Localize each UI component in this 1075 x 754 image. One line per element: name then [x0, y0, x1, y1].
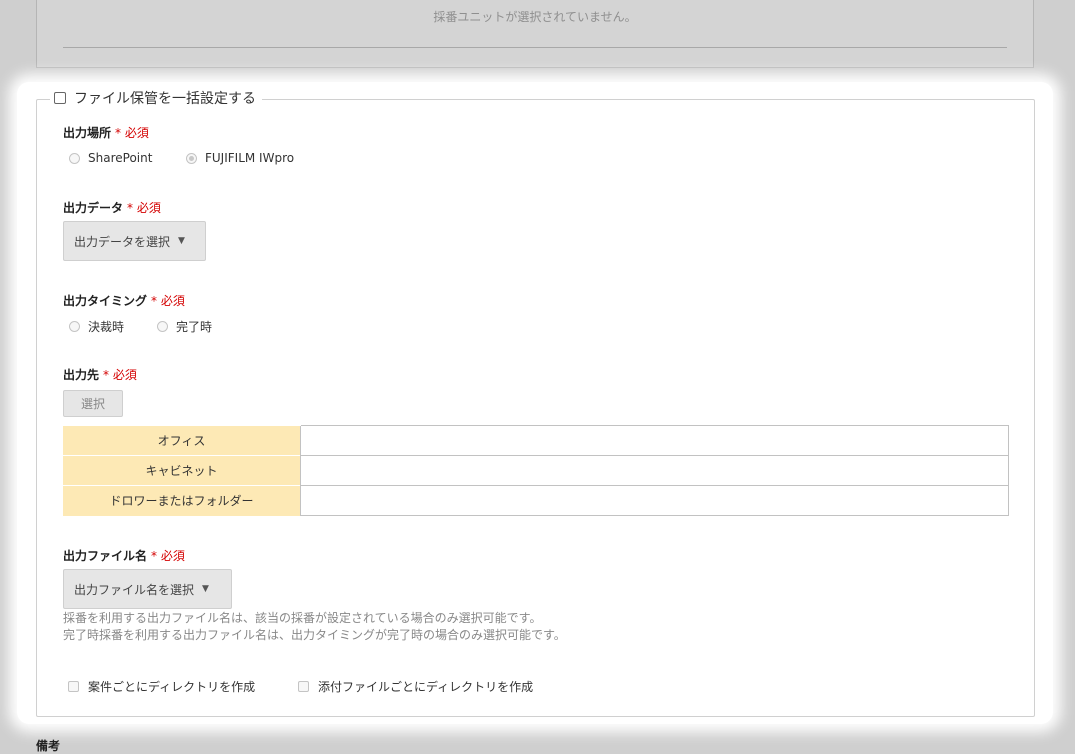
dropdown-caret-icon: ▼	[178, 236, 185, 246]
per-case-directory-checkbox[interactable]	[68, 681, 79, 692]
notes-label: 備考	[36, 739, 61, 753]
output-location-label: 出力場所 * 必須	[63, 126, 149, 140]
office-value	[300, 425, 1009, 456]
radio-timing-completion[interactable]: 完了時	[157, 318, 212, 335]
required-indicator: * 必須	[151, 549, 185, 563]
output-data-select[interactable]: 出力データを選択 ▼	[63, 221, 206, 261]
destination-table: オフィス キャビネット ドロワーまたはフォルダー	[63, 425, 1009, 516]
dropdown-caret-icon: ▼	[202, 584, 209, 594]
required-indicator: * 必須	[127, 201, 161, 215]
per-case-directory-option[interactable]: 案件ごとにディレクトリを作成	[68, 678, 255, 695]
drawer-folder-header: ドロワーまたはフォルダー	[63, 485, 301, 516]
required-indicator: * 必須	[115, 126, 149, 140]
output-filename-help: 採番を利用する出力ファイル名は、該当の採番が設定されている場合のみ選択可能です。…	[63, 610, 566, 644]
output-filename-select[interactable]: 出力ファイル名を選択 ▼	[63, 569, 232, 609]
destination-select-button[interactable]: 選択	[63, 390, 123, 417]
help-text: 採番を利用する出力ファイル名は、該当の採番が設定されている場合のみ選択可能です。	[63, 611, 542, 625]
table-row: オフィス	[63, 425, 1009, 456]
radio-button[interactable]	[157, 321, 168, 332]
radio-button[interactable]	[69, 321, 80, 332]
numbering-unit-panel: 採番ユニットが選択されていません。	[36, 0, 1034, 68]
output-data-label: 出力データ * 必須	[63, 201, 161, 215]
cabinet-value	[300, 455, 1009, 486]
radio-button[interactable]	[186, 152, 197, 164]
radio-timing-approval[interactable]: 決裁時	[69, 318, 124, 335]
output-timing-label: 出力タイミング * 必須	[63, 294, 185, 308]
divider	[63, 47, 1007, 48]
bulk-file-storage-label: ファイル保管を一括設定する	[74, 91, 256, 107]
bulk-file-storage-legend: ファイル保管を一括設定する	[50, 88, 262, 108]
office-header: オフィス	[63, 425, 301, 456]
required-indicator: * 必須	[151, 294, 185, 308]
per-attachment-directory-option[interactable]: 添付ファイルごとにディレクトリを作成	[298, 678, 533, 695]
table-row: キャビネット	[63, 455, 1009, 486]
drawer-folder-value	[300, 485, 1009, 516]
radio-button[interactable]	[69, 152, 80, 164]
cabinet-header: キャビネット	[63, 455, 301, 486]
per-attachment-directory-checkbox[interactable]	[298, 681, 309, 692]
no-numbering-unit-message: 採番ユニットが選択されていません。	[433, 10, 637, 24]
table-row: ドロワーまたはフォルダー	[63, 485, 1009, 516]
help-text: 完了時採番を利用する出力ファイル名は、出力タイミングが完了時の場合のみ選択可能で…	[63, 628, 566, 642]
radio-sharepoint[interactable]: SharePoint	[69, 151, 152, 165]
radio-fujifilm-iwpro[interactable]: FUJIFILM IWpro	[186, 151, 294, 165]
destination-label: 出力先 * 必須	[63, 368, 137, 382]
bulk-file-storage-checkbox[interactable]	[54, 92, 66, 104]
output-filename-label: 出力ファイル名 * 必須	[63, 549, 185, 563]
required-indicator: * 必須	[103, 368, 137, 382]
